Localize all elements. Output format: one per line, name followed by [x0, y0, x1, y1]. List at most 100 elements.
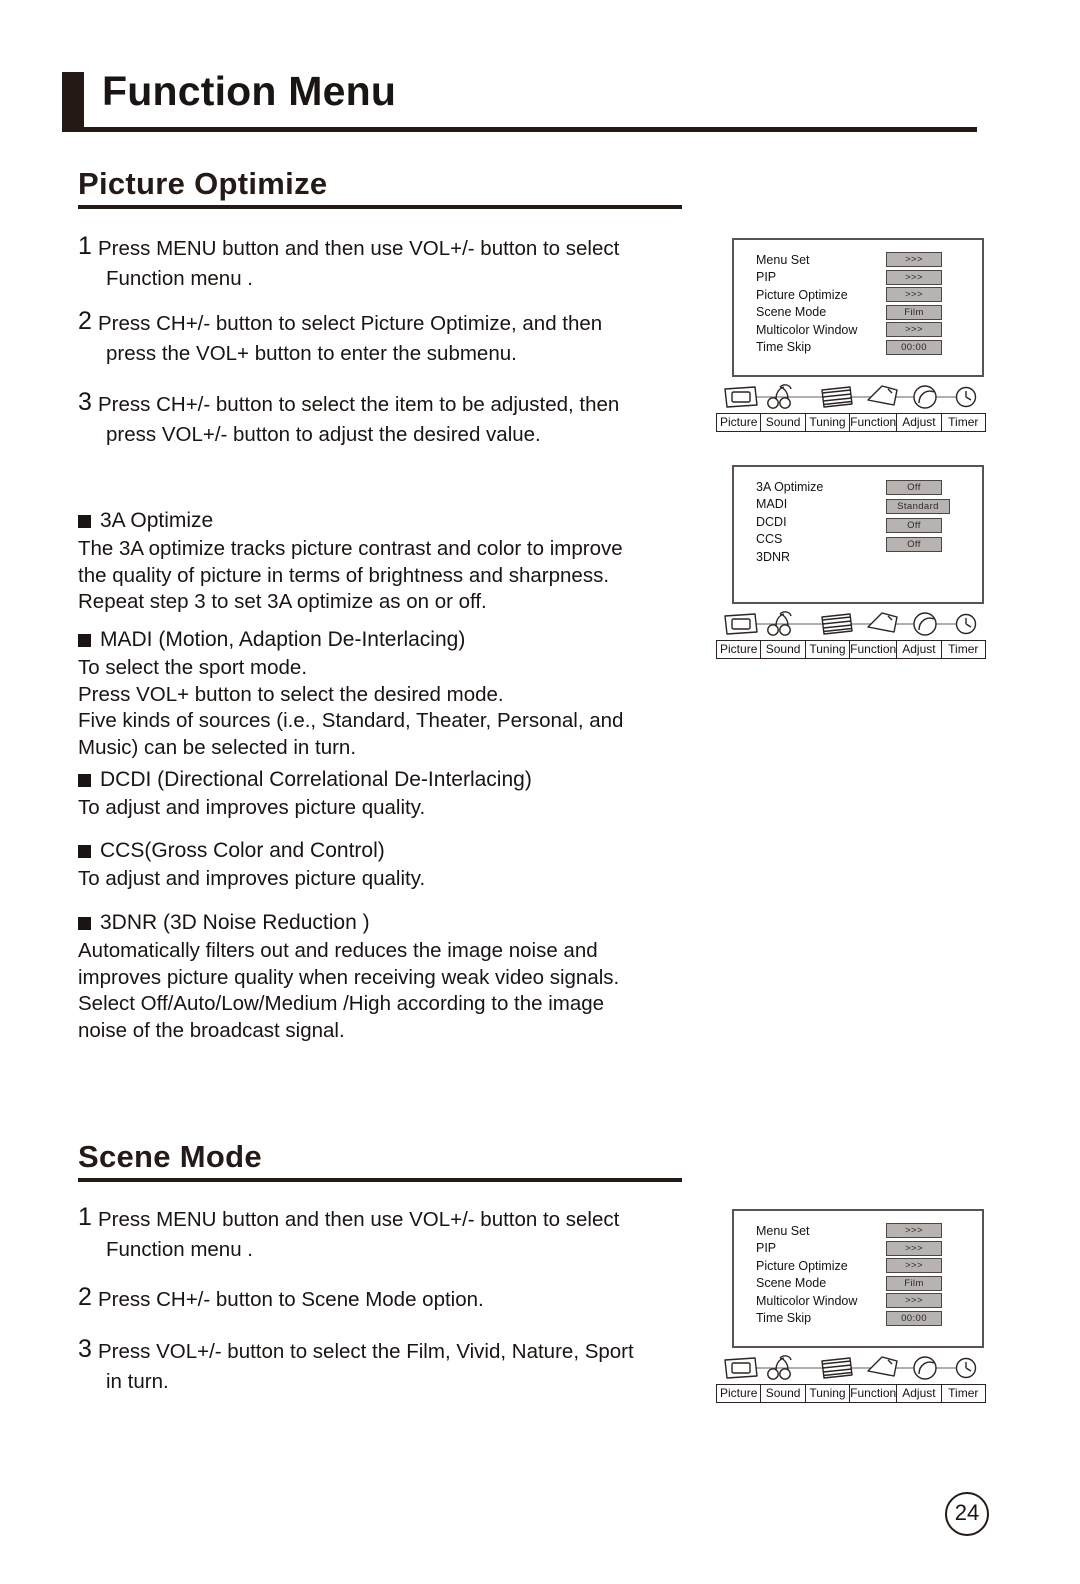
step-item: 2 Press CH+/- button to Scene Mode optio…: [78, 1283, 690, 1315]
osd-tab-sound[interactable]: Sound: [761, 641, 806, 658]
feature-block-3a-optimize: 3A Optimize The 3A optimize tracks pictu…: [78, 506, 703, 616]
osd-value-box[interactable]: Off: [886, 480, 942, 495]
section-heading-scene-mode: Scene Mode: [78, 1139, 682, 1182]
tag-diamond-icon: [867, 1356, 898, 1377]
stacked-disks-icon: [821, 386, 853, 408]
osd-icon-row-svg: [724, 611, 977, 636]
osd-value-box[interactable]: Off: [886, 518, 942, 533]
osd-tab-tuning[interactable]: Tuning: [806, 641, 851, 658]
body-line: To adjust and improves picture quality.: [78, 796, 426, 819]
tag-diamond-icon: [867, 385, 898, 406]
step-line: Press CH+/- button to Scene Mode option.: [98, 1288, 484, 1311]
osd-icon-row-svg: [724, 384, 977, 409]
step-item: 3 Press VOL+/- button to select the Film…: [78, 1335, 690, 1397]
osd-tab-bar: Picture Sound Tuning Function Adjust Tim…: [716, 1384, 986, 1403]
osd-value-box[interactable]: >>>: [886, 322, 942, 338]
osd-value-box[interactable]: >>>: [886, 287, 942, 303]
section-heading-rule: [78, 1178, 682, 1182]
step-line: in turn.: [106, 1370, 169, 1393]
osd-row-label: Time Skip: [756, 340, 812, 355]
step-line: Press VOL+/- button to select the Film, …: [98, 1340, 634, 1363]
feature-block-body: Automatically filters out and reduces th…: [78, 938, 703, 1044]
feature-block-madi: MADI (Motion, Adaption De-Interlacing) T…: [78, 625, 703, 761]
osd-value-box[interactable]: >>>: [886, 252, 942, 268]
osd-tab-bar: Picture Sound Tuning Function Adjust Tim…: [716, 640, 986, 659]
feature-block-title: DCDI (Directional Correlational De-Inter…: [78, 765, 703, 795]
step-line: Press MENU button and then use VOL+/- bu…: [98, 1208, 620, 1231]
body-line: noise of the broadcast signal.: [78, 1018, 345, 1042]
osd-tab-picture[interactable]: Picture: [717, 414, 762, 431]
page-number: 24: [945, 1492, 989, 1536]
osd-tab-timer[interactable]: Timer: [942, 1385, 985, 1402]
osd-tab-sound[interactable]: Sound: [761, 414, 806, 431]
body-line: Automatically filters out and reduces th…: [78, 939, 598, 962]
square-bullet-icon: [78, 633, 91, 647]
osd-tab-sound[interactable]: Sound: [761, 1385, 806, 1402]
osd-tab-function[interactable]: Function: [850, 414, 898, 431]
osd-row-label: Scene Mode: [756, 1276, 827, 1291]
page-title: Function Menu: [102, 68, 397, 114]
osd-tab-function[interactable]: Function: [850, 1385, 898, 1402]
step-item: 2 Press CH+/- button to select Picture O…: [78, 307, 690, 369]
step-item: 3 Press CH+/- button to select the item …: [78, 388, 690, 450]
clock-icon: [955, 386, 977, 408]
osd-row-label: Picture Optimize: [756, 1258, 848, 1273]
step-text: Press MENU button and then use VOL+/- bu…: [98, 232, 619, 294]
clock-icon: [955, 1357, 977, 1379]
feature-block-body: To adjust and improves picture quality.: [78, 866, 703, 893]
feature-block-body: To select the sport mode. Press VOL+ but…: [78, 655, 703, 761]
osd-value-box[interactable]: 00:00: [886, 339, 942, 355]
circle-swirl-icon: [913, 612, 937, 636]
osd-row-label: 3A Optimize: [756, 479, 824, 494]
body-line: the quality of picture in terms of brigh…: [78, 563, 610, 587]
osd-value-box[interactable]: >>>: [886, 269, 942, 285]
osd-tab-timer[interactable]: Timer: [942, 641, 985, 658]
feature-block-title: 3A Optimize: [78, 506, 703, 536]
feature-block-ccs: CCS(Gross Color and Control) To adjust a…: [78, 836, 703, 893]
square-bullet-icon: [78, 773, 91, 787]
osd-icon-row-svg: [724, 1355, 977, 1380]
section-heading-rule: [78, 205, 682, 209]
step-line: Press MENU button and then use VOL+/- bu…: [98, 237, 620, 260]
step-number: 1: [78, 232, 92, 260]
section-heading-text: Picture Optimize: [78, 166, 328, 201]
body-line: Press VOL+ button to select the desired …: [78, 682, 504, 706]
feature-block-body: To adjust and improves picture quality.: [78, 795, 703, 822]
osd-tab-adjust[interactable]: Adjust: [897, 414, 942, 431]
step-text: Press CH+/- button to select Picture Opt…: [98, 307, 602, 369]
osd-tab-picture[interactable]: Picture: [717, 641, 762, 658]
osd-tab-adjust[interactable]: Adjust: [897, 641, 942, 658]
tv-screen-icon: [724, 386, 758, 408]
feature-block-title: CCS(Gross Color and Control): [78, 836, 703, 866]
osd-value-box[interactable]: >>>: [886, 1240, 942, 1256]
osd-tab-tuning[interactable]: Tuning: [806, 414, 851, 431]
body-line: Select Off/Auto/Low/Medium /High accordi…: [78, 992, 605, 1015]
feature-block-title-text: CCS(Gross Color and Control): [100, 839, 385, 862]
section-heading-picture-optimize: Picture Optimize: [78, 166, 682, 209]
osd-tab-picture[interactable]: Picture: [717, 1385, 762, 1402]
step-text: Press VOL+/- button to select the Film, …: [98, 1335, 634, 1397]
step-text: Press CH+/- button to Scene Mode option.: [98, 1283, 484, 1315]
osd-panel-function-menu: Menu Set PIP Picture Optimize Scene Mode…: [716, 238, 986, 432]
osd-row-label: Picture Optimize: [756, 287, 848, 302]
step-number: 3: [78, 1335, 92, 1363]
osd-tab-function[interactable]: Function: [850, 641, 898, 658]
osd-value-box[interactable]: >>>: [886, 1258, 942, 1274]
osd-row-label: Menu Set: [756, 252, 810, 267]
osd-panel-picture-optimize: 3A Optimize MADI DCDI CCS 3DNR Off Stand…: [716, 465, 986, 659]
osd-tab-adjust[interactable]: Adjust: [897, 1385, 942, 1402]
circle-swirl-icon: [913, 385, 937, 409]
osd-tab-timer[interactable]: Timer: [942, 414, 985, 431]
osd-icon-strip: [716, 381, 986, 413]
osd-value-box[interactable]: Film: [886, 304, 942, 320]
osd-value-box[interactable]: Off: [886, 537, 942, 552]
osd-value-box[interactable]: 00:00: [886, 1310, 942, 1326]
osd-value-box[interactable]: Film: [886, 1275, 942, 1291]
step-line: Press CH+/- button to select Picture Opt…: [98, 312, 603, 335]
osd-value-box[interactable]: >>>: [886, 1223, 942, 1239]
body-line: To adjust and improves picture quality.: [78, 867, 426, 890]
osd-tab-tuning[interactable]: Tuning: [806, 1385, 851, 1402]
osd-value-box[interactable]: Standard: [886, 499, 950, 514]
osd-value-box[interactable]: >>>: [886, 1293, 942, 1309]
osd-screen: 3A Optimize MADI DCDI CCS 3DNR Off Stand…: [732, 465, 984, 604]
